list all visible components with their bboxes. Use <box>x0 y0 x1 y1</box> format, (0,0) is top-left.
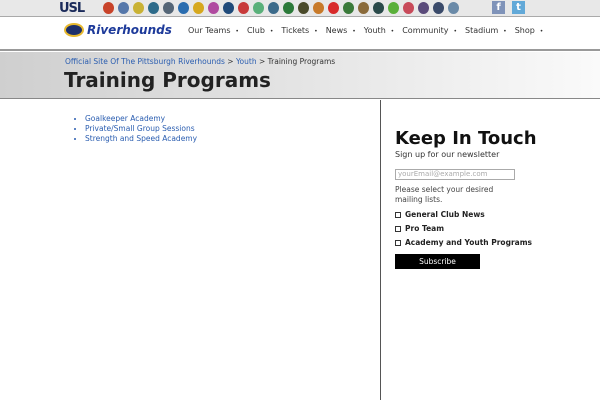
title-band: Official Site Of The Pittsburgh Riverhou… <box>0 52 600 99</box>
nav-our-teams[interactable]: Our Teams <box>188 26 239 35</box>
nav-club[interactable]: Club <box>247 26 273 35</box>
team-logo-icon[interactable] <box>133 2 144 14</box>
breadcrumb-current: Training Programs <box>267 57 336 66</box>
nav-community[interactable]: Community <box>402 26 457 35</box>
team-logos <box>103 2 459 14</box>
usl-logo[interactable]: USL <box>59 1 85 16</box>
team-logo-icon[interactable] <box>193 2 204 14</box>
breadcrumb-youth[interactable]: Youth <box>236 57 257 66</box>
team-logo-icon[interactable] <box>373 2 384 14</box>
facebook-icon[interactable]: f <box>492 1 505 14</box>
list-academy-youth[interactable]: Academy and Youth Programs <box>395 238 595 247</box>
team-logo-icon[interactable] <box>358 2 369 14</box>
nav-tickets[interactable]: Tickets <box>281 26 317 35</box>
team-logo-icon[interactable] <box>103 2 114 14</box>
team-logo-icon[interactable] <box>163 2 174 14</box>
breadcrumb: Official Site Of The Pittsburgh Riverhou… <box>65 57 335 66</box>
team-logo-icon[interactable] <box>208 2 219 14</box>
riverhounds-crest-icon <box>64 23 84 37</box>
team-logo-icon[interactable] <box>268 2 279 14</box>
main-nav: Riverhounds Our Teams Club Tickets News … <box>0 17 600 51</box>
program-list: Goalkeeper Academy Private/Small Group S… <box>76 114 197 144</box>
team-logo-icon[interactable] <box>223 2 234 14</box>
team-logo-icon[interactable] <box>433 2 444 14</box>
breadcrumb-sep: > <box>258 57 266 66</box>
nav-shop[interactable]: Shop <box>515 26 544 35</box>
nav-stadium[interactable]: Stadium <box>465 26 507 35</box>
breadcrumb-sep: > <box>227 57 234 66</box>
team-logo-icon[interactable] <box>448 2 459 14</box>
checkbox[interactable] <box>395 225 401 232</box>
nav-news[interactable]: News <box>326 26 356 35</box>
brand-name: Riverhounds <box>87 23 172 37</box>
subscribe-button[interactable]: Subscribe <box>395 254 480 269</box>
team-logo-icon[interactable] <box>343 2 354 14</box>
list-pro-team[interactable]: Pro Team <box>395 224 595 233</box>
team-logo-icon[interactable] <box>403 2 414 14</box>
team-logo-icon[interactable] <box>298 2 309 14</box>
team-logo-icon[interactable] <box>178 2 189 14</box>
brand-logo[interactable]: Riverhounds <box>64 23 172 37</box>
team-logo-icon[interactable] <box>313 2 324 14</box>
team-logo-icon[interactable] <box>253 2 264 14</box>
nav-youth[interactable]: Youth <box>364 26 394 35</box>
menu: Our Teams Club Tickets News Youth Commun… <box>188 26 551 35</box>
list-general-club-news[interactable]: General Club News <box>395 210 595 219</box>
checkbox-label: General Club News <box>405 210 485 219</box>
checkbox-label: Pro Team <box>405 224 445 233</box>
newsletter-subtitle: Sign up for our newsletter <box>395 150 500 159</box>
team-logo-icon[interactable] <box>328 2 339 14</box>
team-logo-icon[interactable] <box>418 2 429 14</box>
twitter-icon[interactable]: t <box>512 1 525 14</box>
mailing-prompt: Please select your desired mailing lists… <box>395 185 494 204</box>
team-logo-icon[interactable] <box>238 2 249 14</box>
team-logo-icon[interactable] <box>283 2 294 14</box>
checkbox[interactable] <box>395 239 401 246</box>
league-bar: USL f t <box>0 0 600 17</box>
program-link[interactable]: Strength and Speed Academy <box>85 134 197 144</box>
newsletter-signup: Keep In Touch Sign up for our newsletter… <box>395 128 595 269</box>
team-logo-icon[interactable] <box>148 2 159 14</box>
program-link[interactable]: Private/Small Group Sessions <box>85 124 197 134</box>
column-divider <box>380 100 381 400</box>
page-title: Training Programs <box>64 68 271 92</box>
team-logo-icon[interactable] <box>388 2 399 14</box>
email-input[interactable]: yourEmail@example.com <box>395 169 515 180</box>
program-link[interactable]: Goalkeeper Academy <box>85 114 197 124</box>
checkbox[interactable] <box>395 211 401 218</box>
team-logo-icon[interactable] <box>118 2 129 14</box>
breadcrumb-home[interactable]: Official Site Of The Pittsburgh Riverhou… <box>65 57 225 66</box>
newsletter-title: Keep In Touch <box>395 128 537 149</box>
checkbox-label: Academy and Youth Programs <box>405 238 532 247</box>
